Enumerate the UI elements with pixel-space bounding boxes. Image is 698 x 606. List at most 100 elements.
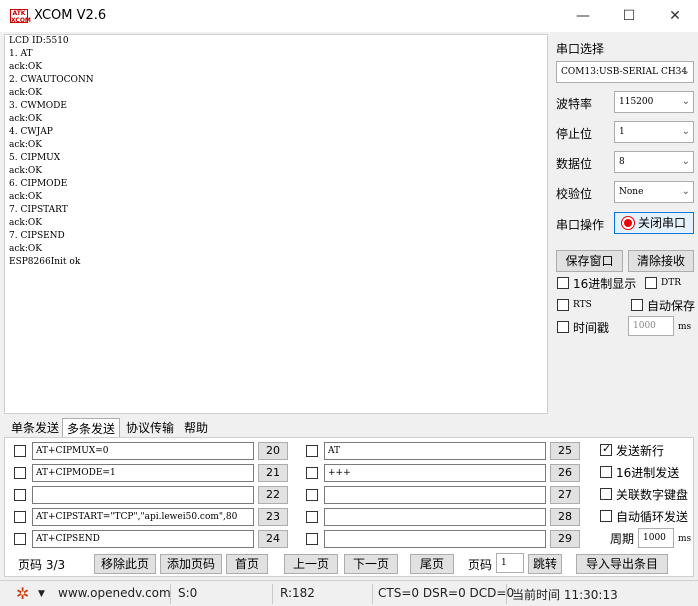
command-input[interactable]: AT+CIPSTART="TCP","api.lewei50.com",80 xyxy=(32,508,254,526)
command-send-button[interactable]: 23 xyxy=(258,508,288,526)
tab-single-send[interactable]: 单条发送 xyxy=(8,418,62,438)
minimize-button[interactable]: — xyxy=(560,0,606,32)
first-page-button[interactable]: 首页 xyxy=(226,554,268,574)
receive-area[interactable]: LCD ID:5510 1. AT ack:OK 2. CWAUTOCONN ack:O… xyxy=(4,34,548,414)
receive-line: ack:OK xyxy=(9,140,42,150)
command-checkbox[interactable] xyxy=(14,445,26,457)
parity-select[interactable]: None ⌄ xyxy=(614,181,694,203)
close-port-label: 关闭串口 xyxy=(637,216,686,230)
timestamp-input[interactable]: 1000 xyxy=(628,316,674,336)
link-keyboard-label: 关联数字键盘 xyxy=(616,488,689,502)
data-bits-select[interactable]: 8 ⌄ xyxy=(614,151,694,173)
timestamp-label: 时间戳 xyxy=(573,321,610,335)
receive-line: 5. CIPMUX xyxy=(9,153,61,163)
save-window-button[interactable]: 保存窗口 xyxy=(556,250,623,272)
port-label: 串口选择 xyxy=(556,42,605,56)
command-checkbox[interactable] xyxy=(14,511,26,523)
stop-bits-select[interactable]: 1 ⌄ xyxy=(614,121,694,143)
add-page-button[interactable]: 添加页码 xyxy=(160,554,222,574)
timestamp-unit: ms xyxy=(678,322,692,332)
status-received: R:182 xyxy=(280,586,315,600)
command-send-button[interactable]: 27 xyxy=(550,486,580,504)
command-send-button[interactable]: 29 xyxy=(550,530,580,548)
command-checkbox[interactable] xyxy=(306,489,318,501)
command-input[interactable]: AT xyxy=(324,442,546,460)
gear-icon[interactable]: ✲ xyxy=(16,584,29,603)
command-send-button[interactable]: 22 xyxy=(258,486,288,504)
hex-send-checkbox[interactable] xyxy=(600,466,612,478)
rts-label: RTS xyxy=(573,300,592,310)
command-input[interactable] xyxy=(32,486,254,504)
receive-line: 7. CIPSTART xyxy=(9,205,68,215)
command-checkbox[interactable] xyxy=(306,467,318,479)
command-checkbox[interactable] xyxy=(14,467,26,479)
maximize-button[interactable]: ☐ xyxy=(606,0,652,32)
record-icon xyxy=(621,217,634,229)
status-bar: ✲ ▼ www.openedv.com S:0 R:182 CTS=0 DSR=… xyxy=(0,580,698,606)
goto-page-input[interactable]: 1 xyxy=(496,553,524,573)
timestamp-checkbox[interactable] xyxy=(557,321,569,333)
auto-save-checkbox[interactable] xyxy=(631,299,643,311)
command-input[interactable]: +++ xyxy=(324,464,546,482)
baud-select[interactable]: 115200 ⌄ xyxy=(614,91,694,113)
jump-button[interactable]: 跳转 xyxy=(528,554,562,574)
command-checkbox[interactable] xyxy=(14,489,26,501)
hex-send-label: 16进制发送 xyxy=(616,466,680,480)
send-newline-label: 发送新行 xyxy=(616,444,665,458)
command-checkbox[interactable] xyxy=(306,445,318,457)
receive-line: LCD ID:5510 xyxy=(9,36,69,46)
import-export-button[interactable]: 导入导出条目 xyxy=(576,554,668,574)
command-send-button[interactable]: 26 xyxy=(550,464,580,482)
command-send-button[interactable]: 21 xyxy=(258,464,288,482)
status-divider xyxy=(372,584,373,604)
command-input[interactable]: AT+CIPMODE=1 xyxy=(32,464,254,482)
stop-bits-value: 1 xyxy=(619,127,625,137)
command-checkbox[interactable] xyxy=(306,533,318,545)
receive-line: 4. CWJAP xyxy=(9,127,53,137)
rts-checkbox[interactable] xyxy=(557,299,569,311)
command-input[interactable]: AT+CIPMUX=0 xyxy=(32,442,254,460)
receive-line: ESP8266Init ok xyxy=(9,257,81,267)
command-send-button[interactable]: 25 xyxy=(550,442,580,460)
window-title: XCOM V2.6 xyxy=(34,8,107,23)
link-keyboard-checkbox[interactable] xyxy=(600,488,612,500)
command-input[interactable] xyxy=(324,486,546,504)
tab-protocol[interactable]: 协议传输 xyxy=(122,418,178,438)
status-sent: S:0 xyxy=(178,586,198,600)
command-send-button[interactable]: 28 xyxy=(550,508,580,526)
send-newline-checkbox[interactable]: ✓ xyxy=(600,442,612,456)
period-label: 周期 xyxy=(610,532,635,546)
period-input[interactable]: 1000 xyxy=(638,528,674,548)
status-divider xyxy=(272,584,273,604)
hex-display-checkbox[interactable] xyxy=(557,277,569,289)
command-input[interactable]: AT+CIPSEND xyxy=(32,530,254,548)
tab-multi-send[interactable]: 多条发送 xyxy=(62,418,120,438)
status-time: 当前时间 11:30:13 xyxy=(512,588,618,602)
dtr-checkbox[interactable] xyxy=(645,277,657,289)
remove-page-button[interactable]: 移除此页 xyxy=(94,554,156,574)
command-send-button[interactable]: 24 xyxy=(258,530,288,548)
command-checkbox[interactable] xyxy=(306,511,318,523)
stop-bits-label: 停止位 xyxy=(556,127,593,141)
command-input[interactable] xyxy=(324,530,546,548)
clear-receive-button[interactable]: 清除接收 xyxy=(628,250,694,272)
receive-line: ack:OK xyxy=(9,192,42,202)
command-checkbox[interactable] xyxy=(14,533,26,545)
chevron-down-icon: ⌄ xyxy=(681,96,690,107)
next-page-button[interactable]: 下一页 xyxy=(344,554,398,574)
data-bits-label: 数据位 xyxy=(556,157,593,171)
auto-save-label: 自动保存 xyxy=(647,299,696,313)
last-page-button[interactable]: 尾页 xyxy=(410,554,454,574)
command-send-button[interactable]: 20 xyxy=(258,442,288,460)
close-button[interactable]: ✕ xyxy=(652,0,698,32)
close-port-button[interactable]: 关闭串口 xyxy=(614,212,694,234)
status-url[interactable]: www.openedv.com xyxy=(58,586,171,600)
prev-page-button[interactable]: 上一页 xyxy=(284,554,338,574)
auto-loop-checkbox[interactable] xyxy=(600,510,612,522)
tab-help[interactable]: 帮助 xyxy=(180,418,212,438)
port-select[interactable]: COM13:USB-SERIAL CH34 ⌄ xyxy=(556,61,694,83)
command-input[interactable] xyxy=(324,508,546,526)
auto-loop-label: 自动循环发送 xyxy=(616,510,689,524)
chevron-down-icon: ⌄ xyxy=(681,186,690,197)
chevron-down-icon[interactable]: ▼ xyxy=(38,589,45,599)
